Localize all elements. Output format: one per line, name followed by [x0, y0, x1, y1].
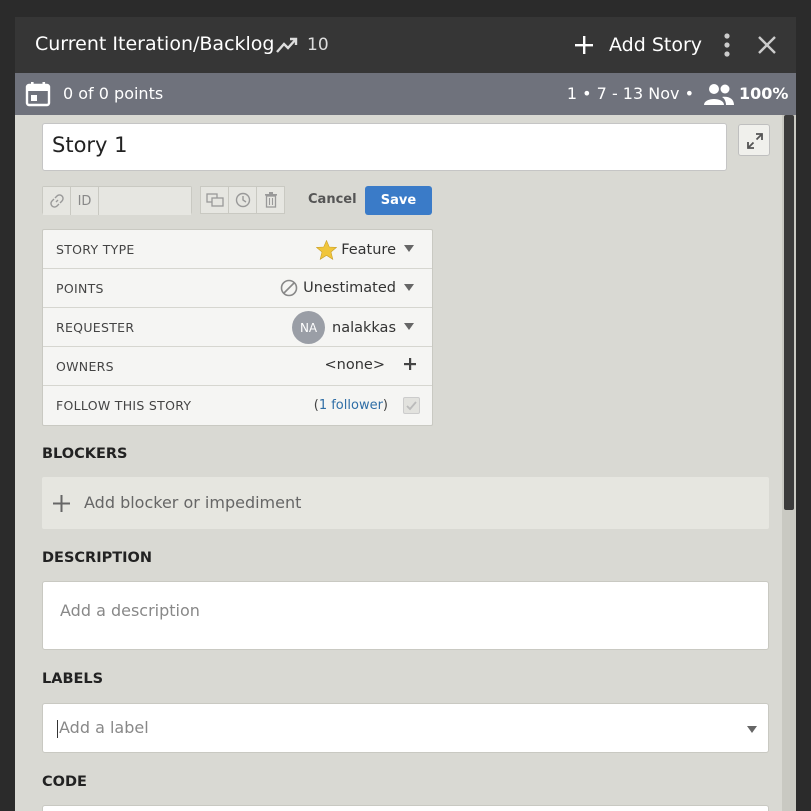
- labels-placeholder: Add a label: [59, 718, 149, 737]
- add-story-label: Add Story: [609, 34, 703, 56]
- story-info-table: STORY TYPE Feature POINTS Unestimated RE…: [42, 229, 433, 426]
- copy-link-button[interactable]: [43, 187, 71, 215]
- iteration-dates: 1 • 7 - 13 Nov •: [566, 84, 694, 103]
- panel-title: Current Iteration/Backlog: [35, 33, 275, 55]
- expand-button[interactable]: [738, 124, 770, 156]
- story-toolbar: ID: [42, 186, 285, 215]
- clone-button[interactable]: [200, 186, 229, 214]
- requester-value: NA nalakkas: [292, 311, 396, 344]
- panel-header: Current Iteration/Backlog 10 Add Story: [15, 17, 796, 73]
- story-type-text: Feature: [341, 242, 396, 258]
- chevron-down-icon: [404, 245, 414, 252]
- labels-input[interactable]: Add a label: [42, 703, 769, 753]
- points-value: Unestimated: [280, 279, 396, 297]
- close-icon[interactable]: [756, 34, 778, 56]
- calendar-icon: [25, 82, 51, 107]
- history-button[interactable]: [229, 186, 257, 214]
- team-icon: [704, 84, 734, 105]
- labels-heading: LABELS: [42, 671, 104, 687]
- unestimated-icon: [280, 279, 298, 297]
- star-icon: [316, 240, 338, 260]
- velocity-icon: [276, 37, 298, 53]
- code-field[interactable]: [42, 805, 769, 811]
- points-label: POINTS: [56, 281, 104, 296]
- description-heading: DESCRIPTION: [42, 550, 152, 566]
- save-button[interactable]: Save: [365, 186, 432, 215]
- owners-label: OWNERS: [56, 359, 114, 374]
- add-owner-icon[interactable]: [403, 357, 417, 371]
- blockers-heading: BLOCKERS: [42, 446, 128, 462]
- id-field[interactable]: [99, 187, 191, 215]
- clone-icon: [205, 193, 224, 207]
- plus-icon: [575, 36, 593, 54]
- actions-group: [200, 186, 285, 214]
- check-icon: [406, 401, 417, 411]
- points-summary: 0 of 0 points: [63, 84, 164, 103]
- points-text: Unestimated: [303, 280, 396, 296]
- iteration-bar: 0 of 0 points 1 • 7 - 13 Nov • 100%: [15, 73, 796, 115]
- requester-text: nalakkas: [332, 319, 396, 336]
- velocity-value: 10: [307, 35, 329, 55]
- points-row[interactable]: POINTS Unestimated: [43, 269, 432, 308]
- owners-value: <none>: [324, 357, 385, 373]
- follow-checkbox[interactable]: [403, 397, 420, 414]
- plus-icon: [53, 495, 70, 512]
- requester-row[interactable]: REQUESTER NA nalakkas: [43, 308, 432, 347]
- add-story-button[interactable]: Add Story: [574, 31, 702, 59]
- story-name-input[interactable]: Story 1: [42, 123, 727, 171]
- text-cursor: [57, 719, 58, 738]
- avatar: NA: [292, 311, 326, 344]
- follow-row: FOLLOW THIS STORY (1 follower): [43, 386, 432, 425]
- requester-label: REQUESTER: [56, 320, 135, 335]
- follower-count: (1 follower): [314, 398, 388, 413]
- chevron-down-icon: [404, 323, 414, 330]
- code-heading: CODE: [42, 774, 87, 790]
- history-icon: [235, 192, 250, 208]
- trash-icon: [264, 192, 277, 208]
- followers-link[interactable]: 1 follower: [319, 398, 383, 413]
- id-group: ID: [42, 186, 192, 215]
- chevron-down-icon: [404, 284, 414, 291]
- story-panel: Current Iteration/Backlog 10 Add Story 0…: [15, 17, 796, 811]
- follower-paren-close: ): [382, 398, 388, 413]
- scrollbar[interactable]: [782, 115, 796, 811]
- story-type-value: Feature: [316, 240, 396, 260]
- link-icon: [49, 194, 64, 208]
- story-type-row[interactable]: STORY TYPE Feature: [43, 230, 432, 269]
- id-label: ID: [71, 187, 99, 215]
- more-options-icon[interactable]: [717, 32, 737, 58]
- description-field[interactable]: Add a description: [42, 581, 769, 650]
- chevron-down-icon[interactable]: [747, 726, 757, 733]
- delete-button[interactable]: [257, 186, 285, 214]
- scrollbar-thumb[interactable]: [784, 115, 794, 510]
- add-blocker-label: Add blocker or impediment: [84, 493, 302, 512]
- owners-row: OWNERS <none>: [43, 347, 432, 386]
- story-type-label: STORY TYPE: [56, 242, 135, 257]
- cancel-button[interactable]: Cancel: [308, 192, 357, 207]
- add-blocker-button[interactable]: Add blocker or impediment: [42, 477, 769, 529]
- expand-icon: [747, 133, 763, 149]
- team-strength: 100%: [739, 84, 789, 103]
- follow-label: FOLLOW THIS STORY: [56, 398, 192, 413]
